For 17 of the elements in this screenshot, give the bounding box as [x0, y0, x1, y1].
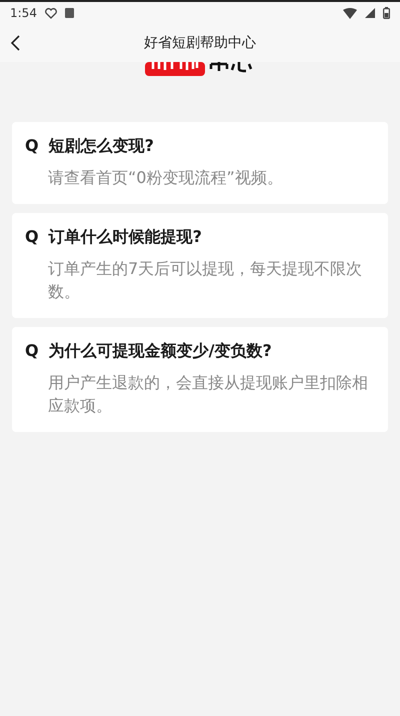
question-marker: Q	[25, 226, 39, 248]
question-text: 为什么可提现金额变少/变负数?	[48, 340, 272, 362]
answer-text: 请查看首页“0粉变现流程”视频。	[48, 167, 284, 189]
answer-text: 用户产生退款的，会直接从提现账户里扣除相应款项。	[48, 372, 369, 417]
question-marker: Q	[25, 135, 39, 157]
answer-text: 订单产生的7天后可以提现，每天提现不限次数。	[48, 258, 364, 303]
back-icon[interactable]	[10, 35, 22, 51]
question-marker: Q	[25, 340, 39, 362]
heart-icon	[44, 8, 57, 18]
question-text: 短剧怎么变现?	[48, 135, 154, 157]
page-title: 好省短剧帮助中心	[144, 34, 256, 53]
signal-icon	[365, 8, 375, 18]
wifi-icon	[343, 8, 357, 18]
notification-icon	[64, 8, 74, 18]
battery-icon	[383, 7, 390, 19]
question-text: 订单什么时候能提现?	[48, 226, 202, 248]
status-time: 1:54	[10, 6, 37, 20]
